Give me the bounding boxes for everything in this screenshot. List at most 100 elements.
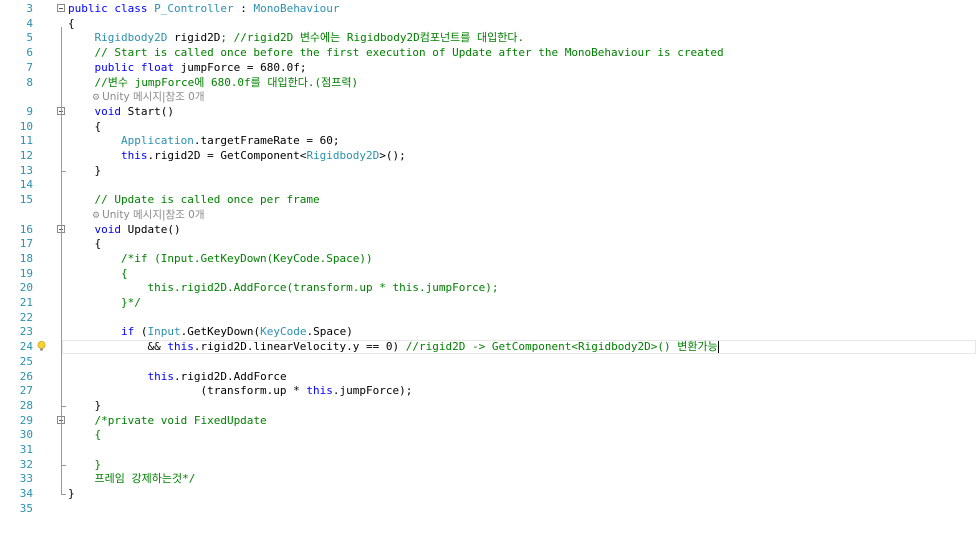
fold-guide-end	[61, 464, 66, 466]
code-line[interactable]: 23 if (Input.GetKeyDown(KeyCode.Space)	[0, 325, 978, 339]
codelens-references[interactable]: ⚙ Unity 메시지|참조 0개	[92, 208, 205, 223]
code-token: >();	[379, 149, 406, 162]
code-text: void Update()	[68, 223, 181, 237]
line-number: 21	[19, 296, 33, 309]
code-token: .targetFrameRate = 60;	[193, 134, 340, 148]
code-line[interactable]: 19 {	[0, 267, 978, 281]
code-line[interactable]: 7 public float jumpForce = 680.0f;	[0, 61, 978, 75]
line-number: 7	[26, 60, 33, 74]
code-line[interactable]: 9 void Start()	[0, 105, 978, 119]
line-number: 10	[19, 119, 33, 133]
code-token: Application	[120, 134, 194, 148]
line-number: 22	[19, 310, 33, 324]
code-token: rigid2D	[167, 31, 221, 45]
line-number: 31	[19, 443, 33, 456]
code-line[interactable]: 15 // Update is called once per frame	[0, 193, 978, 207]
code-token: .rigid2D.AddForce	[173, 369, 287, 383]
code-line[interactable]: 35	[0, 502, 978, 516]
code-line[interactable]: 31	[0, 443, 978, 457]
code-token: :	[233, 2, 254, 15]
codelens-text: Unity 메시지|참조 0개	[102, 91, 205, 104]
line-number: 13	[19, 163, 33, 177]
code-line[interactable]: 34}	[0, 487, 978, 501]
code-token: Rigidbody2D	[94, 31, 168, 45]
line-number: 19	[19, 266, 33, 280]
line-number: 23	[19, 325, 33, 339]
code-line[interactable]: 20 this.rigid2D.AddForce(transform.up * …	[0, 281, 978, 295]
code-token: public float	[94, 60, 174, 74]
code-token: public class	[68, 2, 155, 15]
code-line[interactable]: 10 {	[0, 120, 978, 134]
line-number: 24	[19, 340, 33, 354]
code-token: Rigidbody2D	[306, 149, 380, 162]
code-text: public class P_Controller : MonoBehaviou…	[68, 2, 340, 16]
code-token: Input	[147, 325, 181, 339]
line-number: 14	[19, 178, 33, 192]
code-line[interactable]: 18 /*if (Input.GetKeyDown(KeyCode.Space)…	[0, 252, 978, 266]
code-line[interactable]: 21 }*/	[0, 296, 978, 310]
code-text: {	[68, 237, 101, 251]
code-text: this.rigid2D = GetComponent<Rigidbody2D>…	[68, 149, 406, 163]
code-text: {	[68, 17, 75, 31]
code-line[interactable]: 22	[0, 311, 978, 325]
code-text: Application.targetFrameRate = 60;	[68, 134, 340, 148]
code-text: // Start is called once before the first…	[68, 46, 724, 60]
code-line[interactable]: 13 }	[0, 164, 978, 178]
code-token: {	[68, 237, 102, 251]
code-line[interactable]: 25	[0, 355, 978, 369]
line-number: 8	[26, 75, 33, 89]
line-number: 26	[19, 369, 33, 383]
code-token: .rigid2D = GetComponent<	[147, 149, 307, 162]
codelens-text: Unity 메시지|참조 0개	[102, 208, 205, 221]
code-line[interactable]: 14	[0, 178, 978, 192]
code-token: .jumpForce);	[332, 384, 413, 398]
code-editor[interactable]: 3 public class P_Controller : MonoBehavio…	[0, 0, 978, 541]
code-token: void	[94, 222, 122, 236]
code-token: this.rigid2D.AddForce(transform.up * thi…	[68, 281, 499, 295]
collapse-icon[interactable]	[57, 4, 65, 12]
code-line[interactable]: 3 public class P_Controller : MonoBehavio…	[0, 2, 978, 16]
code-line[interactable]: 5 Rigidbody2D rigid2D; //rigid2D 변수에는 Ri…	[0, 31, 978, 45]
code-line[interactable]: 30 {	[0, 428, 978, 442]
line-number: 34	[19, 487, 33, 501]
code-text: // Update is called once per frame	[68, 193, 319, 207]
code-line[interactable]: 29 /*private void FixedUpdate	[0, 414, 978, 428]
code-line[interactable]: 26 this.rigid2D.AddForce	[0, 370, 978, 384]
lightbulb-icon[interactable]	[37, 341, 46, 352]
code-line[interactable]: 16 void Update()	[0, 223, 978, 237]
code-text: this.rigid2D.AddForce(transform.up * thi…	[68, 281, 498, 295]
code-token: .GetKeyDown(	[180, 325, 261, 339]
line-number: 18	[19, 251, 33, 265]
code-line[interactable]: 17 {	[0, 237, 978, 251]
code-token: {	[68, 428, 102, 442]
code-line[interactable]: 28 }	[0, 399, 978, 413]
code-line[interactable]: 33 프레임 강제하는것*/	[0, 472, 978, 486]
text-caret	[717, 341, 719, 354]
code-text: Rigidbody2D rigid2D; //rigid2D 변수에는 Rigi…	[68, 31, 525, 45]
codelens-references[interactable]: ⚙ Unity 메시지|참조 0개	[92, 90, 205, 105]
code-text: 프레임 강제하는것*/	[68, 472, 195, 486]
codelens-row[interactable]: ⚙ Unity 메시지|참조 0개	[0, 90, 978, 104]
code-token: this	[167, 340, 194, 354]
code-line[interactable]: 27 (transform.up * this.jumpForce);	[0, 384, 978, 398]
fold-guide-end	[61, 494, 66, 496]
code-line[interactable]: 24 && this.rigid2D.linearVelocity.y == 0…	[0, 340, 978, 355]
code-line[interactable]: 6 // Start is called once before the fir…	[0, 46, 978, 60]
code-token: jumpForce = 680.0f;	[173, 60, 307, 74]
code-line[interactable]: 12 this.rigid2D = GetComponent<Rigidbody…	[0, 149, 978, 163]
code-text: public float jumpForce = 680.0f;	[68, 60, 307, 75]
line-number: 11	[19, 134, 33, 148]
code-text: this.rigid2D.AddForce	[68, 369, 287, 384]
codelens-row[interactable]: ⚙ Unity 메시지|참조 0개	[0, 208, 978, 222]
code-line[interactable]: 32 }	[0, 458, 978, 472]
code-line[interactable]: 11 Application.targetFrameRate = 60;	[0, 134, 978, 148]
code-text: }	[68, 399, 101, 413]
code-token: // Start is called once before the first…	[68, 46, 724, 60]
fold-guide	[61, 232, 62, 407]
code-line[interactable]: 8 //변수 jumpForce에 680.0f를 대입한다.(점프력)	[0, 76, 978, 90]
code-token: {	[68, 266, 128, 280]
code-line[interactable]: 4{	[0, 17, 978, 31]
line-number: 5	[26, 31, 33, 45]
